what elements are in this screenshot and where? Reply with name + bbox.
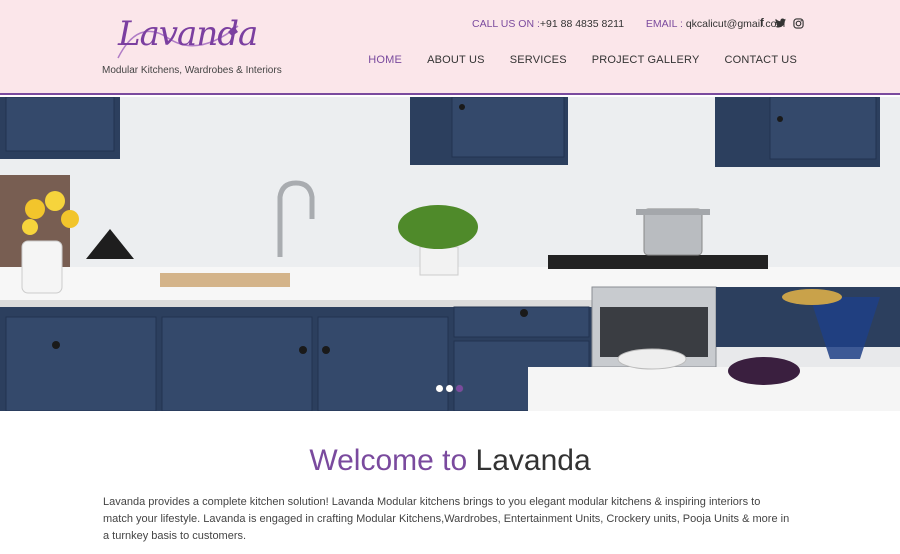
hero-slider[interactable] — [0, 97, 900, 411]
call-label: CALL US ON : — [472, 18, 540, 30]
site-header: Lavanda Modular Kitchens, Wardrobes & In… — [0, 0, 900, 95]
twitter-icon[interactable] — [774, 16, 786, 30]
contact-info: CALL US ON :+91 88 4835 8211 EMAIL : qkc… — [472, 18, 785, 30]
logo[interactable]: Lavanda Modular Kitchens, Wardrobes & In… — [100, 10, 290, 80]
logo-wordmark: Lavanda — [118, 14, 258, 54]
main-nav: HOME ABOUT US SERVICES PROJECT GALLERY C… — [368, 54, 797, 66]
welcome-brand: Lavanda — [475, 444, 591, 477]
slider-dot-1[interactable] — [436, 385, 443, 392]
welcome-prefix: Welcome to — [309, 444, 468, 477]
intro-paragraph: Lavanda provides a complete kitchen solu… — [103, 496, 790, 542]
email-label: EMAIL : — [645, 18, 683, 30]
phone-number[interactable]: +91 88 4835 8211 — [540, 18, 624, 30]
nav-project-gallery[interactable]: PROJECT GALLERY — [592, 54, 700, 66]
nav-services[interactable]: SERVICES — [510, 54, 567, 66]
slider-dot-2[interactable] — [446, 385, 453, 392]
logo-tagline: Modular Kitchens, Wardrobes & Interiors — [102, 65, 282, 76]
kitchen-hero-image — [0, 97, 900, 411]
nav-about-us[interactable]: ABOUT US — [427, 54, 485, 66]
instagram-icon[interactable] — [792, 16, 804, 30]
nav-contact-us[interactable]: CONTACT US — [725, 54, 798, 66]
slider-dot-3[interactable] — [456, 385, 463, 392]
facebook-icon[interactable]: f — [756, 16, 768, 30]
social-links: f — [756, 16, 804, 30]
slider-dots — [436, 385, 463, 392]
welcome-heading: Welcome to Lavanda — [0, 444, 900, 478]
nav-home[interactable]: HOME — [368, 54, 402, 66]
